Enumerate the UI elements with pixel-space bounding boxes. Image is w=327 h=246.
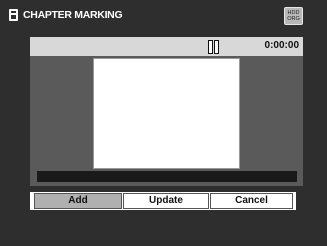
add-button[interactable]: Add	[34, 193, 122, 209]
badge-line-org: ORG	[287, 16, 300, 22]
time-counter: 0:00:00	[264, 40, 299, 51]
progress-bar[interactable]	[37, 171, 297, 182]
action-buttons: Add Update Cancel	[30, 192, 296, 210]
chapter-marking-screen: CHAPTER MARKING HDD ORG 0:00:00 Add Upda…	[0, 0, 327, 246]
chapter-icon	[9, 9, 18, 21]
playback-status-bar: 0:00:00	[30, 37, 303, 56]
pause-icon	[208, 40, 220, 54]
page-title: CHAPTER MARKING	[23, 9, 123, 21]
title-bar: CHAPTER MARKING HDD ORG	[0, 0, 327, 30]
hdd-org-badge: HDD ORG	[284, 7, 303, 25]
cancel-button[interactable]: Cancel	[210, 193, 293, 209]
preview-panel: 0:00:00	[30, 37, 303, 186]
update-button[interactable]: Update	[123, 193, 209, 209]
video-preview	[93, 58, 240, 169]
